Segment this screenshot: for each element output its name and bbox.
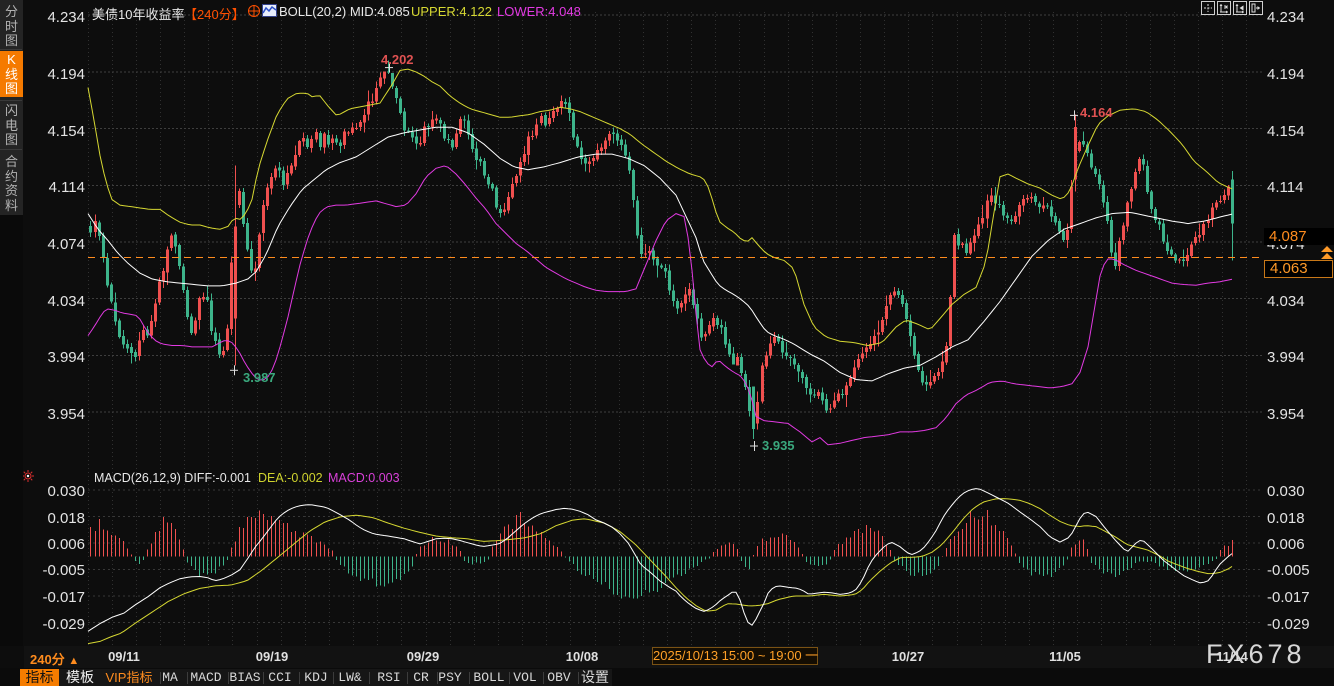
svg-text:4.202: 4.202 bbox=[381, 52, 414, 67]
svg-text:3.987: 3.987 bbox=[243, 370, 276, 385]
svg-text:4.164: 4.164 bbox=[1080, 105, 1113, 120]
svg-text:3.935: 3.935 bbox=[762, 438, 795, 453]
